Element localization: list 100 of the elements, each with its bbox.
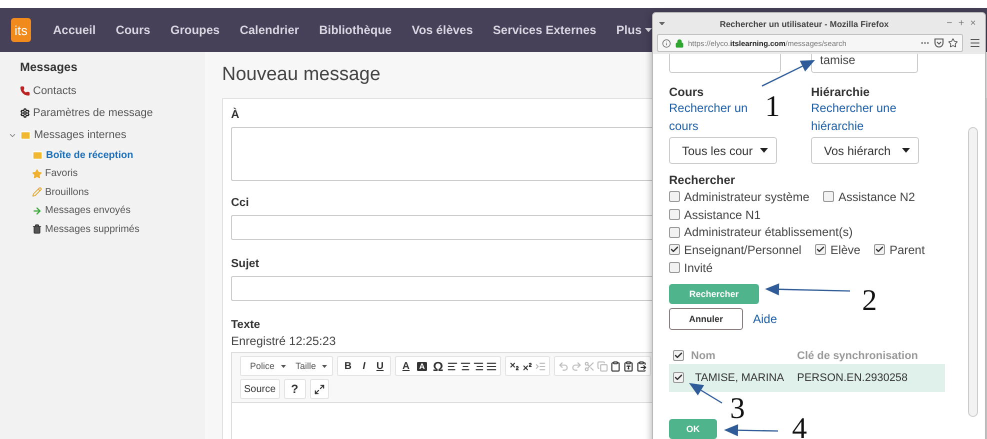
filter-label: Hiérarchie <box>811 85 871 99</box>
pocket-icon[interactable] <box>934 38 944 48</box>
role-checkbox[interactable]: Invité <box>669 260 713 275</box>
nav-link[interactable]: Groupes <box>170 23 220 37</box>
column-header: Clé de synchronisation <box>797 350 920 362</box>
annotation-number: 2 <box>862 284 877 317</box>
star-icon[interactable] <box>948 38 958 48</box>
dropdown-select[interactable]: Vos hiérarch <box>811 137 919 164</box>
caret-down-icon[interactable] <box>902 148 910 153</box>
checkbox[interactable] <box>874 244 886 256</box>
annotation-arrow <box>724 424 778 436</box>
italic-button[interactable]: I <box>357 358 372 374</box>
dropdown-select[interactable]: Tous les cour <box>669 137 777 164</box>
field-label: À <box>231 109 240 121</box>
window-control[interactable]: − <box>943 18 956 29</box>
source-button[interactable]: Source <box>244 382 276 396</box>
sidebar-item[interactable]: Boîte de réception <box>32 146 205 164</box>
window-control[interactable]: + <box>955 18 968 29</box>
sidebar-item[interactable]: Brouillons <box>32 183 205 202</box>
align-center-icon[interactable] <box>460 360 472 372</box>
pencil-icon <box>32 187 42 198</box>
menu-icon[interactable] <box>969 37 981 49</box>
sidebar-item[interactable]: Favoris <box>32 164 205 183</box>
field-label: Sujet <box>231 258 260 270</box>
checkbox[interactable] <box>669 262 680 274</box>
annotation-number: 4 <box>792 412 807 439</box>
caret-down-icon[interactable] <box>760 148 768 153</box>
nav-link[interactable]: Cours <box>116 23 150 37</box>
trash-icon <box>32 224 42 234</box>
clipboard-icon[interactable] <box>636 360 648 372</box>
clipboard-icon[interactable] <box>623 360 634 372</box>
role-checkbox[interactable]: Parent <box>874 242 925 257</box>
checkbox[interactable] <box>669 226 680 238</box>
sidebar-item[interactable]: Contacts <box>20 80 205 102</box>
annotation-arrow <box>689 383 722 404</box>
cancel-button[interactable]: Annuler <box>669 308 743 330</box>
caret-down-icon[interactable] <box>644 28 652 32</box>
superscript-icon[interactable] <box>522 360 534 372</box>
column-header: Nom <box>691 350 716 362</box>
nav-link[interactable]: Calendrier <box>240 23 300 37</box>
checkbox[interactable] <box>673 372 684 383</box>
role-checkbox[interactable]: Assistance N1 <box>669 208 761 222</box>
window-title: Rechercher un utilisateur - Mozilla Firefox <box>718 18 890 28</box>
search-link[interactable]: Rechercher un cours <box>669 99 757 135</box>
field-label: Cci <box>231 197 249 209</box>
annotation-number: 1 <box>765 90 780 123</box>
saved-status: Enregistré 12:25:23 <box>231 334 337 348</box>
nav-link[interactable]: Accueil <box>53 23 96 37</box>
bold-button[interactable]: B <box>341 358 356 374</box>
maximize-icon[interactable] <box>314 384 325 394</box>
background-color-button[interactable]: A <box>415 358 430 374</box>
annotation-number: 3 <box>730 392 745 425</box>
checkbox[interactable] <box>815 244 826 256</box>
nav-link[interactable]: Vos élèves <box>412 23 473 37</box>
align-justify-icon[interactable] <box>486 360 498 372</box>
checkbox[interactable] <box>823 191 834 202</box>
subscript-icon[interactable] <box>509 360 520 372</box>
nav-link[interactable]: Services Externes <box>492 23 596 37</box>
lock-icon <box>675 38 684 48</box>
field-label: Texte <box>231 319 260 331</box>
symbol-button[interactable]: Ω <box>431 358 446 374</box>
checkbox[interactable] <box>669 244 680 256</box>
search-link[interactable]: Rechercher une hiérarchie <box>811 99 899 135</box>
underline-button[interactable]: U <box>373 358 388 374</box>
role-checkbox[interactable]: Assistance N2 <box>823 190 916 204</box>
result-row[interactable]: TAMISE, MARINA PERSON.EN.2930258 <box>669 364 945 392</box>
nav-link[interactable]: Bibliothèque <box>319 23 392 37</box>
checkbox[interactable] <box>669 209 680 220</box>
caret-down-icon[interactable] <box>280 364 286 368</box>
arrow-right-icon <box>32 206 42 216</box>
checkbox[interactable] <box>673 350 684 361</box>
sidebar-item[interactable]: Messages internes <box>8 124 205 146</box>
role-checkbox[interactable]: Administrateur établissement(s) <box>669 225 853 240</box>
caret-down-icon[interactable] <box>322 364 328 368</box>
toolbar-dropdown[interactable]: Police <box>244 361 288 371</box>
checkbox[interactable] <box>669 191 680 202</box>
help-button[interactable]: ? <box>288 382 302 396</box>
align-left-icon[interactable] <box>447 360 458 372</box>
page-title: Nouveau message <box>222 64 380 86</box>
input-field[interactable] <box>669 54 781 73</box>
toolbar-dropdown[interactable]: Taille <box>290 361 330 371</box>
phone-icon <box>20 86 30 96</box>
role-checkbox[interactable]: Elève <box>815 242 860 257</box>
info-icon[interactable] <box>662 38 671 48</box>
sidebar-item[interactable]: Messages envoyés <box>32 202 205 220</box>
text-color-button[interactable]: A <box>399 358 414 374</box>
help-link[interactable]: Aide <box>753 310 778 328</box>
role-checkbox[interactable]: Administrateur système <box>669 190 810 204</box>
role-checkbox[interactable]: Enseignant/Personnel <box>669 242 802 257</box>
star-icon <box>32 168 42 179</box>
window-control[interactable]: × <box>967 18 979 29</box>
align-right-icon[interactable] <box>473 360 484 372</box>
input-field[interactable]: tamise <box>811 54 918 73</box>
scrollbar[interactable] <box>968 127 978 417</box>
sidebar-item[interactable]: Messages supprimés <box>32 220 205 238</box>
nav-link[interactable]: Plus <box>616 23 652 37</box>
filter-label: Cours <box>669 85 705 99</box>
sidebar-title: Messages <box>20 60 78 74</box>
clipboard-icon[interactable] <box>610 360 622 372</box>
sidebar-item[interactable]: Paramètres de message <box>20 102 205 124</box>
